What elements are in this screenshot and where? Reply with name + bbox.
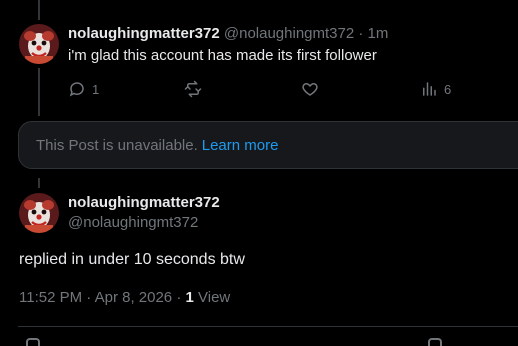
- views-count: 1: [185, 289, 194, 306]
- thread-line-top: [38, 0, 40, 20]
- retweet-icon: [184, 80, 202, 98]
- tweet-timestamp[interactable]: 11:52 PM · Apr 8, 2026: [19, 289, 172, 306]
- display-name[interactable]: nolaughingmatter372: [68, 25, 220, 42]
- heart-icon: [302, 83, 318, 96]
- clown-avatar-image: [19, 193, 59, 233]
- reply-icon[interactable]: [26, 338, 40, 346]
- thread-line-middle: [38, 68, 40, 116]
- tweet-time[interactable]: 1m: [368, 25, 389, 42]
- reply-icon: [69, 82, 84, 97]
- unavailable-message: This Post is unavailable.: [36, 136, 198, 154]
- main-tweet-text: replied in under 10 seconds btw: [19, 251, 245, 268]
- avatar[interactable]: [19, 193, 59, 233]
- divider: [18, 326, 518, 327]
- separator-dot: ·: [358, 25, 364, 42]
- learn-more-link[interactable]: Learn more: [202, 137, 279, 154]
- views-count: 6: [444, 81, 452, 97]
- thread-line-lower: [38, 178, 40, 188]
- separator-dot: ·: [176, 289, 182, 306]
- main-tweet-handle-row: @nolaughingmt372: [68, 213, 198, 233]
- retweet-button[interactable]: [184, 78, 208, 100]
- clown-avatar-image: [19, 24, 59, 64]
- main-tweet-display-name-row: nolaughingmatter372: [68, 193, 220, 213]
- user-handle[interactable]: @nolaughingmt372: [224, 25, 354, 42]
- tweet-meta: 11:52 PM · Apr 8, 2026 · 1 View: [19, 288, 230, 308]
- unavailable-post-card: This Post is unavailable. Learn more: [18, 121, 518, 169]
- tweet-action-bar: 1 6: [68, 78, 518, 100]
- reply-tweet-text: i'm glad this account has made its first…: [68, 47, 377, 64]
- reply-button[interactable]: 1: [68, 78, 99, 100]
- views-button[interactable]: 6: [420, 78, 451, 100]
- bookmark-icon[interactable]: [428, 338, 442, 346]
- like-button[interactable]: [301, 78, 325, 100]
- views-chart-icon: [423, 82, 436, 96]
- avatar[interactable]: [19, 24, 59, 64]
- views-label[interactable]: View: [198, 289, 230, 306]
- display-name[interactable]: nolaughingmatter372: [68, 194, 220, 211]
- reply-count: 1: [92, 81, 100, 97]
- reply-tweet-header: nolaughingmatter372 @nolaughingmt372 · 1…: [68, 24, 388, 44]
- user-handle[interactable]: @nolaughingmt372: [68, 214, 198, 231]
